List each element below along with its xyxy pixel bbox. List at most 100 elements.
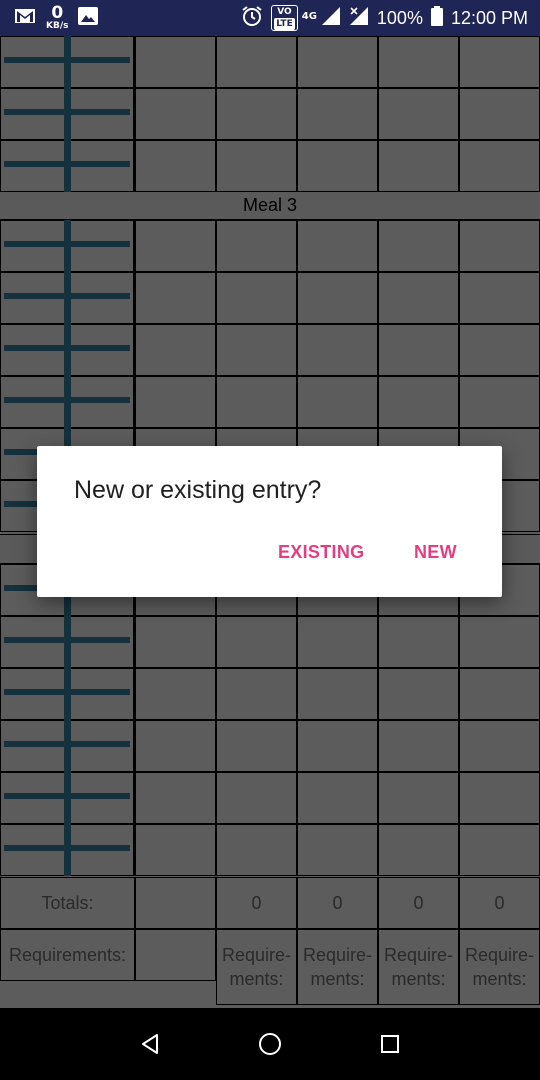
row-marker-horizontal bbox=[4, 689, 130, 695]
nutrient-cell[interactable] bbox=[216, 376, 297, 428]
nutrient-cell[interactable] bbox=[135, 324, 216, 376]
food-name-cell[interactable] bbox=[0, 88, 135, 140]
row-marker-horizontal bbox=[4, 345, 130, 351]
requirements-value-cell: Require- ments: bbox=[459, 929, 540, 1005]
nutrient-cell[interactable] bbox=[135, 616, 216, 668]
volte-icon: VO LTE bbox=[271, 5, 298, 31]
nutrient-cell[interactable] bbox=[378, 772, 459, 824]
nutrient-cell[interactable] bbox=[378, 720, 459, 772]
nutrient-cell[interactable] bbox=[378, 324, 459, 376]
nutrient-cell[interactable] bbox=[135, 272, 216, 324]
food-name-cell[interactable] bbox=[0, 220, 135, 272]
nutrient-cell[interactable] bbox=[216, 220, 297, 272]
nutrient-cell[interactable] bbox=[135, 140, 216, 192]
totals-value: 0 bbox=[413, 892, 424, 913]
nutrient-cell[interactable] bbox=[216, 272, 297, 324]
back-icon[interactable] bbox=[130, 1024, 170, 1064]
nutrient-cell[interactable] bbox=[216, 720, 297, 772]
food-name-cell[interactable] bbox=[0, 272, 135, 324]
table-row bbox=[0, 88, 540, 140]
nutrient-cell[interactable] bbox=[459, 376, 540, 428]
nutrient-cell[interactable] bbox=[459, 140, 540, 192]
nutrient-cell[interactable] bbox=[378, 220, 459, 272]
nutrient-cell[interactable] bbox=[378, 88, 459, 140]
recents-icon[interactable] bbox=[370, 1024, 410, 1064]
nutrient-cell[interactable] bbox=[297, 220, 378, 272]
nutrient-cell[interactable] bbox=[216, 140, 297, 192]
nutrient-cell[interactable] bbox=[378, 824, 459, 876]
food-name-cell[interactable] bbox=[0, 616, 135, 668]
food-name-cell[interactable] bbox=[0, 668, 135, 720]
status-right: VO LTE 4G 100% 12:00 PM bbox=[233, 5, 528, 31]
home-icon[interactable] bbox=[250, 1024, 290, 1064]
nutrient-cell[interactable] bbox=[135, 88, 216, 140]
nutrient-cell[interactable] bbox=[459, 324, 540, 376]
food-name-cell[interactable] bbox=[0, 140, 135, 192]
nutrient-cell[interactable] bbox=[459, 616, 540, 668]
battery-percent: 100% bbox=[376, 7, 423, 28]
nutrient-cell[interactable] bbox=[297, 668, 378, 720]
nutrient-cell[interactable] bbox=[378, 36, 459, 88]
status-bar: 0 KB/s VO LTE 4G 100% 12:00 PM bbox=[0, 0, 540, 36]
nutrient-cell[interactable] bbox=[378, 376, 459, 428]
existing-button[interactable]: EXISTING bbox=[278, 542, 364, 563]
nutrient-cell[interactable] bbox=[459, 772, 540, 824]
volte-lte-label: LTE bbox=[274, 18, 295, 30]
nutrient-cell[interactable] bbox=[216, 616, 297, 668]
nutrient-cell[interactable] bbox=[297, 272, 378, 324]
clock: 12:00 PM bbox=[450, 7, 528, 28]
totals-label-cell: Totals: bbox=[0, 877, 135, 929]
table-row bbox=[0, 772, 540, 824]
nutrient-cell[interactable] bbox=[378, 616, 459, 668]
nutrient-cell[interactable] bbox=[135, 720, 216, 772]
food-name-cell[interactable] bbox=[0, 376, 135, 428]
food-name-cell[interactable] bbox=[0, 824, 135, 876]
food-name-cell[interactable] bbox=[0, 772, 135, 824]
nutrient-cell[interactable] bbox=[216, 668, 297, 720]
nutrient-cell[interactable] bbox=[378, 272, 459, 324]
food-name-cell[interactable] bbox=[0, 720, 135, 772]
nutrient-cell[interactable] bbox=[459, 824, 540, 876]
nutrient-cell[interactable] bbox=[459, 668, 540, 720]
network-type: 4G bbox=[301, 11, 317, 22]
requirements-value-cell: Require- ments: bbox=[297, 929, 378, 1005]
nutrient-cell[interactable] bbox=[135, 668, 216, 720]
nutrient-cell[interactable] bbox=[135, 376, 216, 428]
nutrient-cell[interactable] bbox=[216, 824, 297, 876]
nutrient-cell[interactable] bbox=[216, 88, 297, 140]
row-marker-horizontal bbox=[4, 397, 130, 403]
nutrient-cell[interactable] bbox=[297, 376, 378, 428]
food-name-cell[interactable] bbox=[0, 324, 135, 376]
nutrient-cell[interactable] bbox=[378, 668, 459, 720]
nutrient-cell[interactable] bbox=[297, 36, 378, 88]
totals-label: Totals: bbox=[41, 892, 94, 913]
new-button[interactable]: NEW bbox=[414, 542, 457, 563]
nutrient-cell[interactable] bbox=[135, 772, 216, 824]
food-name-cell[interactable] bbox=[0, 36, 135, 88]
nutrient-cell[interactable] bbox=[297, 616, 378, 668]
nutrient-cell[interactable] bbox=[378, 140, 459, 192]
table-row bbox=[0, 36, 540, 88]
nutrient-cell[interactable] bbox=[216, 772, 297, 824]
nutrient-cell[interactable] bbox=[135, 36, 216, 88]
nutrient-cell[interactable] bbox=[297, 324, 378, 376]
nutrient-cell[interactable] bbox=[216, 36, 297, 88]
nutrient-cell[interactable] bbox=[459, 272, 540, 324]
nutrient-cell[interactable] bbox=[135, 220, 216, 272]
row-marker-horizontal bbox=[4, 845, 130, 851]
nutrient-cell[interactable] bbox=[297, 140, 378, 192]
dialog-title: New or existing entry? bbox=[74, 476, 322, 504]
nutrient-cell[interactable] bbox=[459, 720, 540, 772]
nutrient-cell[interactable] bbox=[297, 720, 378, 772]
nutrient-cell[interactable] bbox=[135, 824, 216, 876]
table-row bbox=[0, 220, 540, 272]
volte-label: VO bbox=[277, 7, 292, 17]
nutrient-cell[interactable] bbox=[459, 220, 540, 272]
nutrient-cell[interactable] bbox=[297, 772, 378, 824]
nutrient-cell[interactable] bbox=[297, 824, 378, 876]
nutrient-cell[interactable] bbox=[459, 88, 540, 140]
gallery-icon bbox=[78, 7, 99, 29]
nutrient-cell[interactable] bbox=[297, 88, 378, 140]
nutrient-cell[interactable] bbox=[216, 324, 297, 376]
nutrient-cell[interactable] bbox=[459, 36, 540, 88]
